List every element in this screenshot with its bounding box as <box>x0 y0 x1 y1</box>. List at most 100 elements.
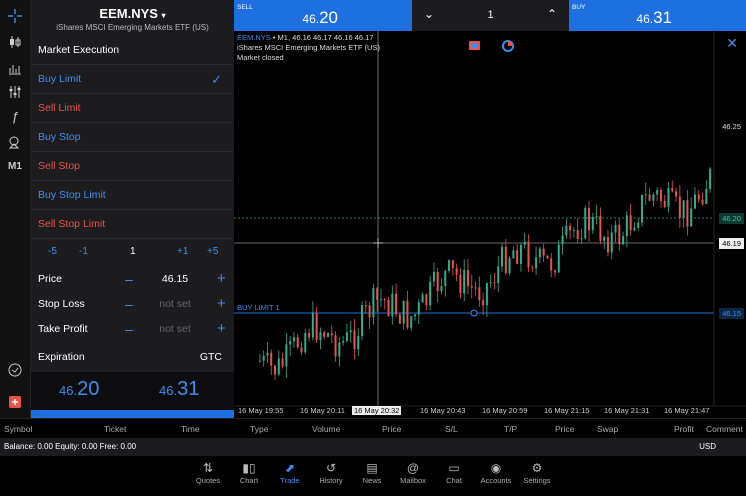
nav-accounts[interactable]: ◉ Accounts <box>474 460 518 485</box>
symbol-name: EEM.NYS <box>99 6 158 21</box>
candle-body <box>342 341 345 343</box>
candle-body <box>535 257 538 269</box>
step-plus-1-button[interactable]: +1 <box>177 246 188 257</box>
nav-settings[interactable]: ⚙ Settings <box>515 460 559 485</box>
column-profit[interactable]: Profit <box>674 424 694 434</box>
order-type-sell-stop-limit[interactable]: Sell Stop Limit <box>31 210 234 239</box>
column-time[interactable]: Time <box>181 424 200 434</box>
bid-price-pips: 20 <box>77 378 100 400</box>
candle-body <box>466 270 469 287</box>
order-type-label: Buy Stop Limit <box>38 189 106 201</box>
step-minus-1-button[interactable]: -1 <box>79 246 88 257</box>
column-price[interactable]: Price <box>382 424 401 434</box>
column-tp[interactable]: T/P <box>504 424 517 434</box>
candle-body <box>678 196 681 218</box>
step-minus-5-button[interactable]: -5 <box>48 246 57 257</box>
symbol-selector[interactable]: EEM.NYS ▾ iShares MSCI Emerging Markets … <box>31 0 234 36</box>
nav-trade[interactable]: ⬈ Trade <box>268 460 312 485</box>
lot-increase-icon[interactable]: ⌃ <box>547 7 557 21</box>
order-panel-toggle-icon[interactable] <box>5 392 25 412</box>
column-swap[interactable]: Swap <box>597 424 618 434</box>
stop-loss-decrease-button[interactable]: – <box>125 292 133 316</box>
column-ticket[interactable]: Ticket <box>104 424 126 434</box>
column-sl[interactable]: S/L <box>445 424 458 434</box>
nav-label: Quotes <box>195 476 221 485</box>
candles <box>258 167 712 381</box>
order-panel: EEM.NYS ▾ iShares MSCI Emerging Markets … <box>31 0 234 418</box>
stop-loss-row: Stop Loss – not set + <box>31 292 234 316</box>
candle-body <box>690 208 693 227</box>
sell-title: SELL <box>237 4 253 11</box>
candle-body <box>618 225 621 245</box>
take-profit-increase-button[interactable]: + <box>217 317 226 341</box>
column-type[interactable]: Type <box>250 424 268 434</box>
column-symbol[interactable]: Symbol <box>4 424 32 434</box>
price-label: Price <box>38 273 62 285</box>
price-input[interactable]: 46.15 <box>139 267 211 291</box>
order-type-sell-stop[interactable]: Sell Stop <box>31 152 234 181</box>
order-type-sell-limit[interactable]: Sell Limit <box>31 94 234 123</box>
sell-button[interactable]: SELL 46.20 <box>234 0 412 31</box>
order-type-buy-stop[interactable]: Buy Stop <box>31 123 234 152</box>
timeframe-button[interactable]: M1 <box>5 156 25 176</box>
function-icon[interactable]: ƒ <box>5 106 25 126</box>
buy-limit-label: BUY LIMIT 1 <box>237 303 280 312</box>
place-order-button[interactable] <box>31 410 234 418</box>
order-type-label: Sell Stop Limit <box>38 218 106 230</box>
price-increase-button[interactable]: + <box>217 267 226 291</box>
candle-body <box>425 294 428 306</box>
take-profit-decrease-button[interactable]: – <box>125 317 133 341</box>
candle-body <box>357 335 360 350</box>
order-type-market-execution[interactable]: Market Execution <box>31 36 234 65</box>
price-chart[interactable]: EEM.NYS • M1, 46.16 46.17 46.16 46.17 iS… <box>234 31 746 418</box>
expiration-row[interactable]: Expiration GTC <box>31 344 234 370</box>
stop-loss-label: Stop Loss <box>38 298 85 310</box>
one-click-trading-icon[interactable] <box>469 41 480 50</box>
column-comment[interactable]: Comment <box>706 424 743 434</box>
column-volume[interactable]: Volume <box>312 424 340 434</box>
candle-body <box>345 332 348 342</box>
order-type-buy-limit[interactable]: Buy Limit ✓ <box>31 65 234 94</box>
nav-quotes[interactable]: ⇅ Quotes <box>186 460 230 485</box>
candle-body <box>588 207 591 231</box>
volume-value[interactable]: 1 <box>130 246 136 257</box>
bar-chart-icon[interactable] <box>5 58 25 78</box>
stop-loss-input[interactable]: not set <box>139 292 211 316</box>
take-profit-input[interactable]: not set <box>139 317 211 341</box>
candlestick-icon[interactable] <box>5 32 25 52</box>
price-decrease-button[interactable]: – <box>125 267 133 291</box>
time-tick-label: 16 May 20:43 <box>420 406 466 415</box>
buy-limit-handle[interactable] <box>470 309 478 317</box>
candle-body <box>304 332 307 353</box>
step-plus-5-button[interactable]: +5 <box>207 246 218 257</box>
candle-body <box>595 215 598 217</box>
nav-history[interactable]: ↺ History <box>309 460 353 485</box>
candle-body <box>383 299 386 301</box>
lot-value[interactable]: 1 <box>412 9 569 21</box>
depth-of-market-icon[interactable] <box>502 40 514 52</box>
nav-chat[interactable]: ▭ Chat <box>432 460 476 485</box>
stop-loss-increase-button[interactable]: + <box>217 292 226 316</box>
auto-scroll-icon[interactable] <box>5 360 25 380</box>
objects-icon[interactable] <box>5 132 25 152</box>
candle-body <box>652 194 655 201</box>
indicators-icon[interactable] <box>5 82 25 102</box>
buy-button[interactable]: BUY 46.31 <box>569 0 746 31</box>
candle-body <box>569 225 572 231</box>
candle-body <box>667 187 670 207</box>
order-type-buy-stop-limit[interactable]: Buy Stop Limit <box>31 181 234 210</box>
candle-body <box>387 299 390 317</box>
nav-mailbox[interactable]: @ Mailbox <box>391 460 435 485</box>
candle-body <box>338 342 341 357</box>
nav-news[interactable]: ▤ News <box>350 460 394 485</box>
candle-body <box>591 216 594 231</box>
column-current-price[interactable]: Price <box>555 424 574 434</box>
candle-body <box>580 238 583 240</box>
candle-body <box>633 227 636 231</box>
close-icon[interactable]: ✕ <box>726 35 738 52</box>
candle-body <box>659 189 662 201</box>
chart-canvas[interactable] <box>234 31 746 418</box>
trade-icon: ⬈ <box>284 461 296 475</box>
crosshair-icon[interactable] <box>5 6 25 26</box>
nav-chart[interactable]: ▮▯ Chart <box>227 460 271 485</box>
